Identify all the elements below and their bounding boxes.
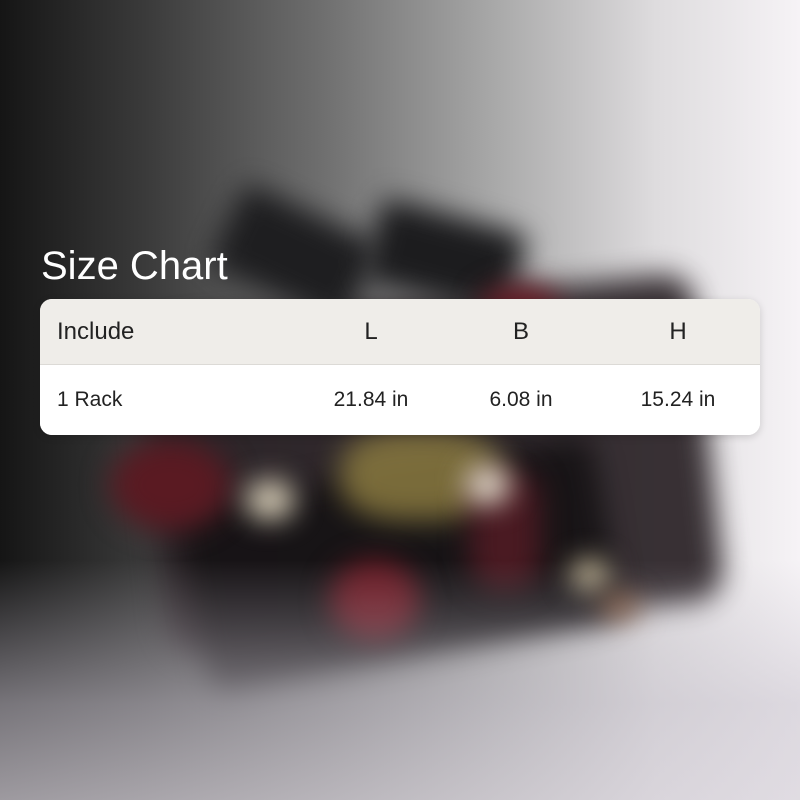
bottle-cork xyxy=(245,480,295,520)
bottle-cork xyxy=(465,465,510,505)
page-title: Size Chart xyxy=(41,244,228,288)
cell-length: 21.84 in xyxy=(333,388,409,411)
cell-include: 1 Rack xyxy=(57,388,123,411)
cell-breadth: 6.08 in xyxy=(489,388,553,411)
size-chart-table: Include L B H 1 Rack 21.84 in 6.08 in 15… xyxy=(40,299,760,435)
table-surface xyxy=(0,560,800,800)
wine-bottle xyxy=(110,440,230,530)
header-height: H xyxy=(669,317,687,345)
header-length: L xyxy=(364,317,378,345)
cell-height: 15.24 in xyxy=(640,388,716,411)
header-breadth: B xyxy=(512,317,529,345)
table-row: 1 Rack 21.84 in 6.08 in 15.24 in xyxy=(40,365,760,435)
header-include: Include xyxy=(57,317,135,345)
table-header-row: Include L B H xyxy=(40,299,760,365)
